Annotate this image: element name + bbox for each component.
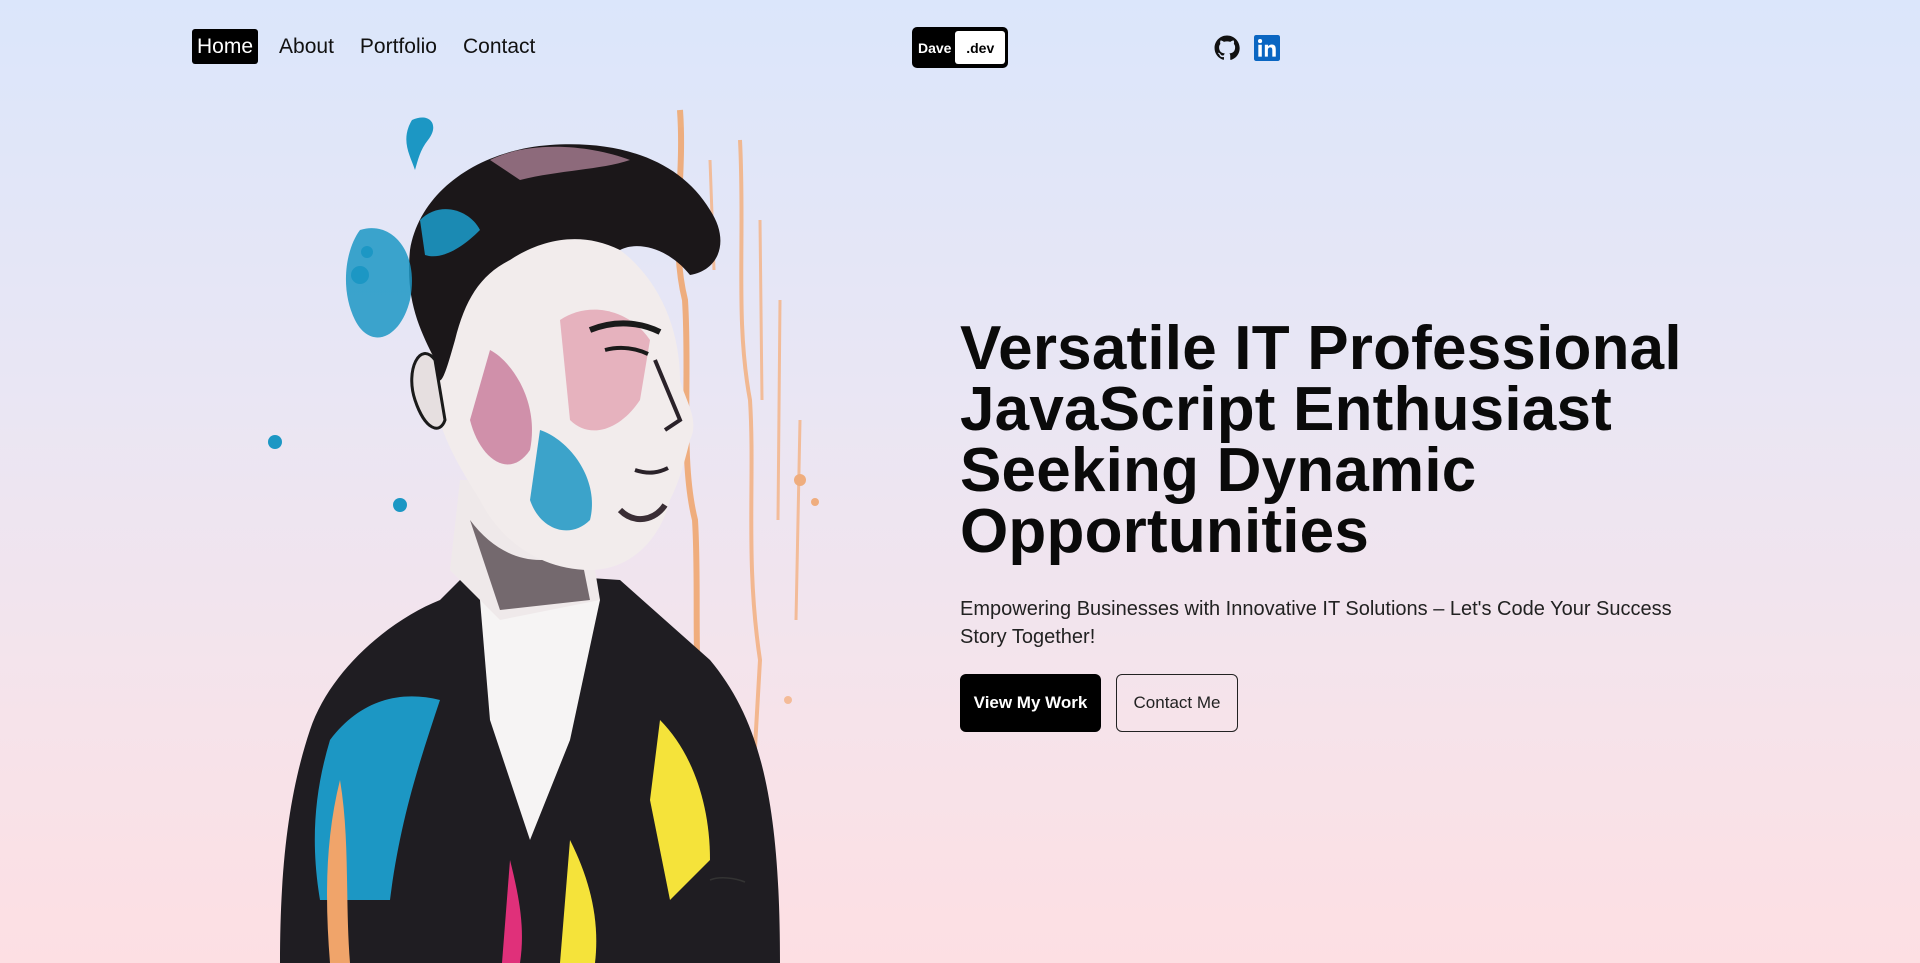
hero-title: Versatile IT Professional JavaScript Ent… [960,314,1740,566]
nav-home-link[interactable]: Home [192,29,259,64]
hero-title-line: Versatile IT Professional [960,314,1682,383]
social-links [1214,35,1280,61]
nav-portfolio-link[interactable]: Portfolio [355,29,442,64]
site-logo[interactable]: Dave .dev [912,27,1008,68]
hero-title-line: JavaScript Enthusiast [960,375,1612,444]
logo-suffix: .dev [955,31,1005,64]
linkedin-icon-graphic [1254,35,1280,61]
hero-title-line: Opportunities [960,497,1370,566]
hero-title-line: Seeking Dynamic [960,436,1477,505]
linkedin-icon[interactable] [1254,35,1280,61]
github-icon[interactable] [1214,35,1240,61]
nav-contact-link[interactable]: Contact [458,29,540,64]
hero-buttons: View My Work Contact Me [960,674,1740,732]
site-header: Home About Portfolio Contact Dave .dev [0,0,1920,96]
logo-name: Dave [918,39,952,56]
hero-portrait-image [268,109,819,963]
main-nav: Home About Portfolio Contact [192,29,540,64]
contact-me-button[interactable]: Contact Me [1116,674,1238,732]
nav-about-link[interactable]: About [274,29,339,64]
github-icon-graphic [1214,35,1240,60]
view-my-work-button[interactable]: View My Work [960,674,1101,732]
hero-subtitle: Empowering Businesses with Innovative IT… [960,598,1672,648]
hero-section: Versatile IT Professional JavaScript Ent… [960,318,1740,732]
